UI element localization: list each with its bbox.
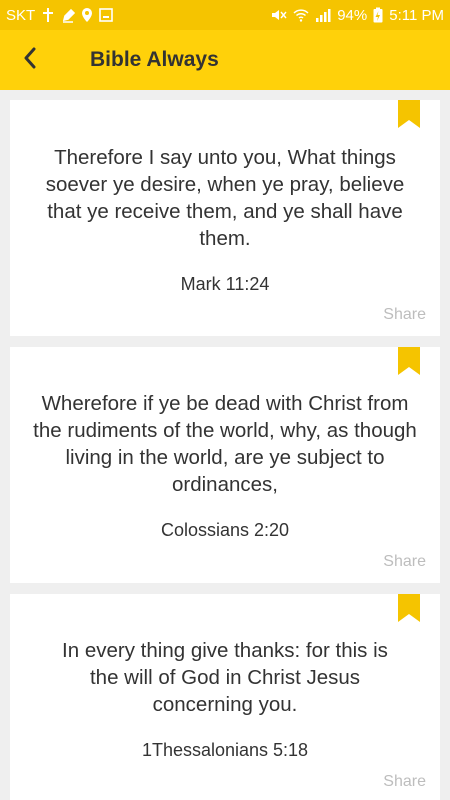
verse-card: Therefore I say unto you, What things so… xyxy=(10,100,440,336)
share-button[interactable]: Share xyxy=(383,773,426,791)
verse-reference: Mark 11:24 xyxy=(180,274,270,294)
image-icon xyxy=(99,8,113,22)
status-bar-right: 94% 5:11 PM xyxy=(271,7,444,24)
pen-icon xyxy=(61,7,76,23)
share-button[interactable]: Share xyxy=(383,306,426,324)
verse-card: Wherefore if ye be dead with Christ from… xyxy=(10,347,440,583)
bookmark-icon[interactable] xyxy=(398,100,420,133)
carrier-label: SKT xyxy=(6,6,36,24)
share-button[interactable]: Share xyxy=(383,553,426,571)
back-button[interactable] xyxy=(0,30,60,90)
verse-text: Therefore I say unto you, What things so… xyxy=(45,146,405,250)
mute-icon xyxy=(271,8,287,22)
status-bar-left: SKT xyxy=(6,7,113,24)
battery-charging-icon xyxy=(373,7,383,23)
verse-text: In every thing give thanks: for this is … xyxy=(62,639,388,716)
verse-card: In every thing give thanks: for this is … xyxy=(10,594,440,800)
verse-reference: 1Thessalonians 5:18 xyxy=(141,740,309,760)
page-title: Bible Always xyxy=(90,48,219,71)
clock: 5:11 PM xyxy=(389,6,444,24)
status-bar: SKT 94% 5:11 PM xyxy=(0,0,450,30)
verse-reference: Colossians 2:20 xyxy=(160,520,290,540)
bookmark-icon[interactable] xyxy=(398,347,420,380)
bookmark-icon[interactable] xyxy=(398,594,420,627)
cross-icon xyxy=(41,7,55,23)
app-bar: Bible Always xyxy=(0,30,450,90)
signal-icon xyxy=(315,8,331,22)
verse-text: Wherefore if ye be dead with Christ from… xyxy=(33,392,417,496)
battery-percentage: 94% xyxy=(337,6,368,24)
location-pin-icon xyxy=(81,7,93,23)
chevron-left-icon xyxy=(23,47,37,74)
wifi-icon xyxy=(293,8,309,22)
